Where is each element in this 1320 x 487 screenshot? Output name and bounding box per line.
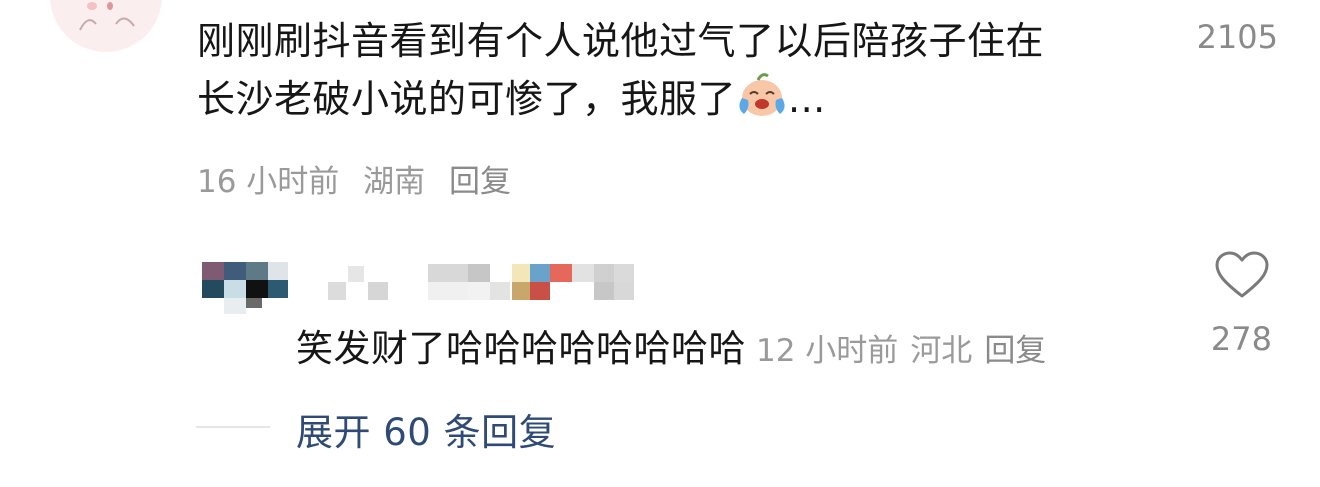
reply-button[interactable]: 回复 bbox=[449, 164, 511, 200]
comment-location: 湖南 bbox=[363, 164, 426, 200]
username-obscured[interactable] bbox=[328, 262, 638, 304]
expand-replies-button[interactable]: 展开 60 条回复 bbox=[296, 402, 556, 456]
avatar[interactable] bbox=[50, 0, 162, 52]
comment-thread: 刚刚刷抖音看到有个人说他过气了以后陪孩子住在 长沙老破小说的可惨了，我服了 ..… bbox=[0, 0, 1320, 487]
comment-time: 16 小时前 bbox=[197, 164, 340, 200]
comment-meta: 16 小时前 湖南 回复 bbox=[197, 156, 525, 201]
like-count: 2105 bbox=[1196, 18, 1278, 56]
reply-meta: 12 小时前 河北 回复 bbox=[756, 333, 1058, 369]
divider bbox=[196, 426, 270, 428]
reply-text: 笑发财了哈哈哈哈哈哈哈哈 bbox=[296, 327, 746, 370]
avatar[interactable] bbox=[202, 262, 288, 314]
like-button[interactable] bbox=[1212, 250, 1272, 300]
reply-body: 笑发财了哈哈哈哈哈哈哈哈 12 小时前 河北 回复 bbox=[296, 318, 1058, 372]
comment-ellipsis: ... bbox=[788, 77, 826, 121]
comment-text-line1: 刚刚刷抖音看到有个人说他过气了以后陪孩子住在 bbox=[197, 19, 1045, 63]
reply-button[interactable]: 回复 bbox=[984, 333, 1046, 369]
heart-outline-icon[interactable] bbox=[1214, 250, 1270, 300]
reply-time: 12 小时前 bbox=[756, 333, 899, 369]
comment-text-line2: 长沙老破小说的可惨了，我服了 bbox=[197, 77, 737, 121]
comment-body: 刚刚刷抖音看到有个人说他过气了以后陪孩子住在 长沙老破小说的可惨了，我服了 ..… bbox=[197, 12, 1157, 128]
crying-laughing-emoji-icon bbox=[739, 73, 785, 116]
like-count: 278 bbox=[1210, 320, 1272, 358]
reply-location: 河北 bbox=[910, 333, 973, 369]
